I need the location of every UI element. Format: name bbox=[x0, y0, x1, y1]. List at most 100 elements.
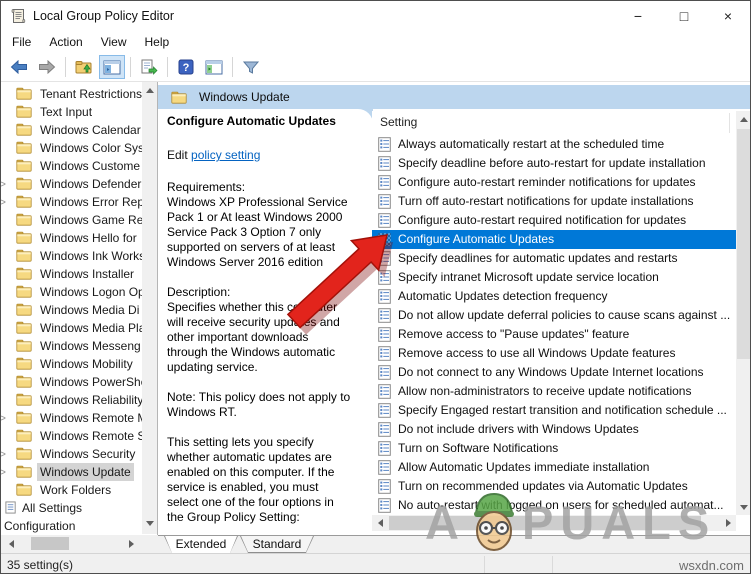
tree-item-label: Windows Remote M bbox=[40, 411, 142, 425]
tree-item-windows-hello-for[interactable]: > Windows Hello for bbox=[1, 229, 142, 247]
chevron-right-icon[interactable]: > bbox=[1, 409, 9, 427]
tree-vertical-scrollbar[interactable] bbox=[142, 82, 157, 534]
setting-row[interactable]: Turn off auto-restart notifications for … bbox=[372, 192, 736, 211]
setting-label: Specify intranet Microsoft update servic… bbox=[398, 270, 659, 284]
setting-row[interactable]: Remove access to use all Windows Update … bbox=[372, 344, 736, 363]
tree-item-windows-custome[interactable]: > Windows Custome bbox=[1, 157, 142, 175]
chevron-right-icon[interactable]: > bbox=[1, 445, 9, 463]
action-pane-toggle-button[interactable] bbox=[201, 55, 227, 79]
column-divider[interactable] bbox=[729, 113, 730, 133]
menu-action[interactable]: Action bbox=[40, 33, 91, 51]
toolbar-separator bbox=[232, 57, 233, 77]
tree-item-windows-mobility[interactable]: > Windows Mobility bbox=[1, 355, 142, 373]
scroll-up-icon[interactable] bbox=[736, 111, 750, 127]
scroll-left-icon[interactable] bbox=[3, 535, 19, 552]
scrollbar-thumb[interactable] bbox=[31, 537, 69, 550]
setting-row[interactable]: Configure auto-restart required notifica… bbox=[372, 211, 736, 230]
chevron-right-icon[interactable]: > bbox=[1, 175, 9, 193]
scroll-down-icon[interactable] bbox=[142, 515, 157, 531]
forward-button[interactable] bbox=[34, 55, 60, 79]
tree-item-text-input[interactable]: > Text Input bbox=[1, 103, 142, 121]
chevron-right-icon[interactable]: > bbox=[1, 193, 9, 211]
tree-item-windows-installer[interactable]: > Windows Installer bbox=[1, 265, 142, 283]
tree-item-windows-remote-s[interactable]: > Windows Remote S bbox=[1, 427, 142, 445]
policy-document-icon bbox=[378, 460, 391, 475]
tree-item-all-settings[interactable]: > All Settings bbox=[1, 499, 142, 517]
setting-row[interactable]: No auto-restart with logged on users for… bbox=[372, 496, 736, 515]
scroll-down-icon[interactable] bbox=[736, 499, 750, 515]
setting-row[interactable]: Do not include drivers with Windows Upda… bbox=[372, 420, 736, 439]
tree-item-windows-media-di[interactable]: > Windows Media Di bbox=[1, 301, 142, 319]
tab-standard[interactable]: Standard bbox=[240, 536, 314, 553]
tree-item-windows-update[interactable]: > Windows Update bbox=[1, 463, 142, 481]
filter-button[interactable] bbox=[238, 55, 264, 79]
tree-horizontal-scrollbar[interactable] bbox=[1, 535, 158, 552]
tab-label: Extended bbox=[175, 537, 227, 551]
folder-icon bbox=[16, 105, 32, 118]
setting-row[interactable]: Do not connect to any Windows Update Int… bbox=[372, 363, 736, 382]
close-button[interactable]: × bbox=[711, 1, 745, 31]
tree-item-windows-color-sys[interactable]: > Windows Color Sys bbox=[1, 139, 142, 157]
tree-item-windows-logon-op[interactable]: > Windows Logon Op bbox=[1, 283, 142, 301]
settings-column-header[interactable]: Setting bbox=[372, 111, 736, 135]
chevron-right-icon[interactable]: > bbox=[1, 463, 9, 481]
setting-row[interactable]: Specify Engaged restart transition and n… bbox=[372, 401, 736, 420]
status-bar: 35 setting(s) wsxdn.com bbox=[1, 553, 750, 573]
scrollbar-thumb[interactable] bbox=[389, 516, 701, 530]
tree-item-windows-messeng[interactable]: > Windows Messeng bbox=[1, 337, 142, 355]
policy-document-icon bbox=[378, 156, 391, 171]
minimize-button[interactable]: − bbox=[621, 1, 655, 31]
setting-row[interactable]: Allow non-administrators to receive upda… bbox=[372, 382, 736, 401]
menu-view[interactable]: View bbox=[92, 33, 136, 51]
tree-item-label: Windows Color Sys bbox=[40, 141, 142, 155]
title-bar[interactable]: Local Group Policy Editor − □ × bbox=[1, 1, 750, 31]
tree-item-configuration[interactable]: > Configuration bbox=[1, 517, 142, 535]
scroll-left-icon[interactable] bbox=[372, 515, 388, 531]
tree-item-windows-ink-works[interactable]: > Windows Ink Works bbox=[1, 247, 142, 265]
maximize-button[interactable]: □ bbox=[667, 1, 701, 31]
toolbar-separator bbox=[167, 57, 168, 77]
tree-item-windows-game-re[interactable]: > Windows Game Re bbox=[1, 211, 142, 229]
setting-row[interactable]: Remove access to "Pause updates" feature bbox=[372, 325, 736, 344]
tree-item-tenant-restrictions[interactable]: > Tenant Restrictions bbox=[1, 85, 142, 103]
tree-item-windows-reliability[interactable]: > Windows Reliability bbox=[1, 391, 142, 409]
setting-row[interactable]: Configure auto-restart reminder notifica… bbox=[372, 173, 736, 192]
setting-row[interactable]: Do not allow update deferral policies to… bbox=[372, 306, 736, 325]
setting-row[interactable]: Specify intranet Microsoft update servic… bbox=[372, 268, 736, 287]
tree-item-windows-security[interactable]: > Windows Security bbox=[1, 445, 142, 463]
scrollbar-thumb[interactable] bbox=[737, 129, 750, 359]
scroll-right-icon[interactable] bbox=[720, 515, 736, 531]
setting-row[interactable]: Turn on Software Notifications bbox=[372, 439, 736, 458]
tab-extended[interactable]: Extended bbox=[164, 536, 238, 553]
scroll-up-icon[interactable] bbox=[142, 82, 157, 98]
setting-row[interactable]: Always automatically restart at the sche… bbox=[372, 135, 736, 154]
export-list-button[interactable] bbox=[136, 55, 162, 79]
tree-item-windows-error-rep[interactable]: > Windows Error Rep bbox=[1, 193, 142, 211]
setting-row[interactable]: Specify deadline before auto-restart for… bbox=[372, 154, 736, 173]
policy-setting-link[interactable]: policy setting bbox=[191, 148, 260, 162]
tree-item-windows-powershe[interactable]: > Windows PowerShe bbox=[1, 373, 142, 391]
setting-row[interactable]: Configure Automatic Updates bbox=[372, 230, 736, 249]
tree-item-windows-calendar[interactable]: > Windows Calendar bbox=[1, 121, 142, 139]
tree-item-windows-defender[interactable]: > Windows Defender bbox=[1, 175, 142, 193]
tree-item-work-folders[interactable]: > Work Folders bbox=[1, 481, 142, 499]
setting-row[interactable]: Allow Automatic Updates immediate instal… bbox=[372, 458, 736, 477]
tree-item-label: Tenant Restrictions bbox=[40, 87, 142, 101]
setting-row[interactable]: Specify deadlines for automatic updates … bbox=[372, 249, 736, 268]
menu-file[interactable]: File bbox=[3, 33, 40, 51]
help-button[interactable]: ? bbox=[173, 55, 199, 79]
up-one-level-button[interactable] bbox=[71, 55, 97, 79]
status-watermark-url: wsxdn.com bbox=[678, 558, 744, 573]
back-button[interactable] bbox=[6, 55, 32, 79]
list-horizontal-scrollbar[interactable] bbox=[372, 515, 736, 531]
setting-row[interactable]: Turn on recommended updates via Automati… bbox=[372, 477, 736, 496]
help-icon: ? bbox=[178, 59, 194, 75]
console-tree-toggle-button[interactable] bbox=[99, 55, 125, 79]
scroll-right-icon[interactable] bbox=[123, 535, 139, 552]
tree-item-windows-remote-m[interactable]: > Windows Remote M bbox=[1, 409, 142, 427]
setting-row[interactable]: Automatic Updates detection frequency bbox=[372, 287, 736, 306]
menu-help[interactable]: Help bbox=[136, 33, 179, 51]
list-vertical-scrollbar[interactable] bbox=[736, 111, 750, 515]
tree-rows: > Tenant Restrictions > bbox=[1, 85, 142, 535]
tree-item-windows-media-pla[interactable]: > Windows Media Pla bbox=[1, 319, 142, 337]
